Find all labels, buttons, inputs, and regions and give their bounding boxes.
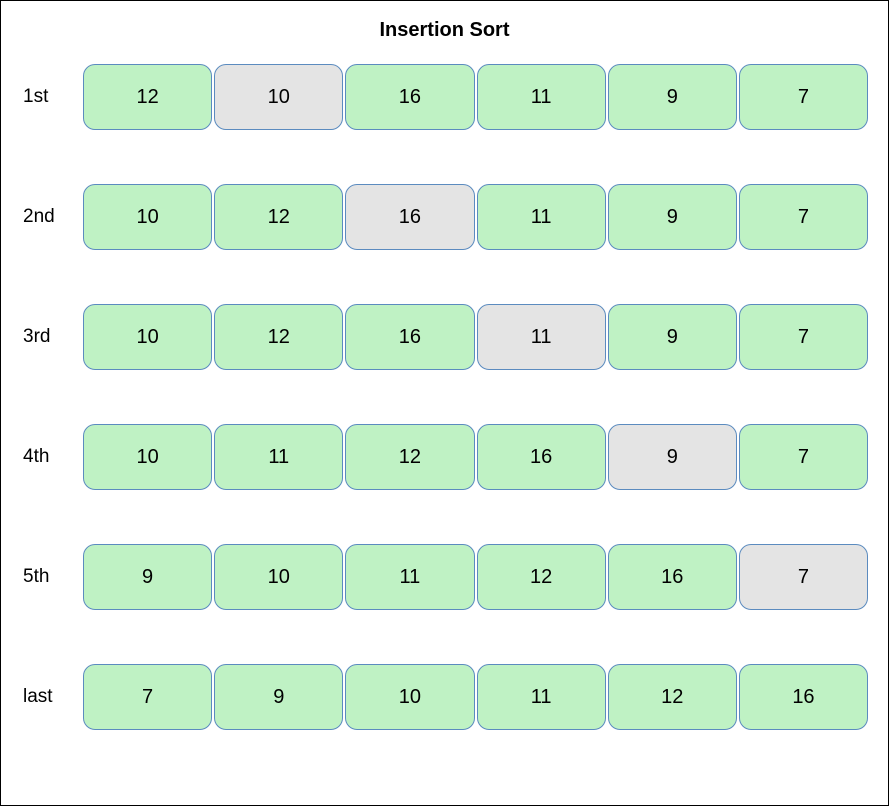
array-cell: 16 (345, 64, 474, 130)
array-row: 5th9101112167 (21, 544, 868, 610)
array-cell: 10 (83, 304, 212, 370)
array-cell: 11 (477, 664, 606, 730)
array-cell: 11 (477, 304, 606, 370)
array-cell: 9 (83, 544, 212, 610)
array-cell: 7 (83, 664, 212, 730)
array-cell: 12 (345, 424, 474, 490)
cells-container: 1012161197 (83, 304, 868, 370)
row-label: last (21, 686, 83, 708)
array-cell: 7 (739, 304, 868, 370)
row-label: 2nd (21, 206, 83, 228)
array-cell: 10 (345, 664, 474, 730)
row-label: 4th (21, 446, 83, 468)
array-cell: 16 (345, 184, 474, 250)
array-cell: 10 (83, 424, 212, 490)
array-cell: 10 (83, 184, 212, 250)
array-row: 4th1011121697 (21, 424, 868, 490)
array-cell: 9 (608, 304, 737, 370)
array-row: 1st1210161197 (21, 64, 868, 130)
row-label: 1st (21, 86, 83, 108)
diagram-title: Insertion Sort (21, 19, 868, 42)
array-cell: 9 (608, 184, 737, 250)
array-cell: 16 (608, 544, 737, 610)
array-cell: 12 (83, 64, 212, 130)
array-cell: 9 (214, 664, 343, 730)
array-cell: 10 (214, 64, 343, 130)
cells-container: 7910111216 (83, 664, 868, 730)
array-row: 2nd1012161197 (21, 184, 868, 250)
cells-container: 1012161197 (83, 184, 868, 250)
array-cell: 10 (214, 544, 343, 610)
array-cell: 11 (214, 424, 343, 490)
array-cell: 7 (739, 184, 868, 250)
row-label: 3rd (21, 326, 83, 348)
array-cell: 7 (739, 64, 868, 130)
array-cell: 12 (608, 664, 737, 730)
array-cell: 16 (345, 304, 474, 370)
array-row: 3rd1012161197 (21, 304, 868, 370)
cells-container: 1011121697 (83, 424, 868, 490)
array-row: last7910111216 (21, 664, 868, 730)
array-cell: 16 (477, 424, 606, 490)
array-cell: 11 (477, 64, 606, 130)
row-label: 5th (21, 566, 83, 588)
array-cell: 12 (214, 184, 343, 250)
array-cell: 12 (477, 544, 606, 610)
array-cell: 16 (739, 664, 868, 730)
array-cell: 12 (214, 304, 343, 370)
cells-container: 1210161197 (83, 64, 868, 130)
rows-container: 1st12101611972nd10121611973rd10121611974… (21, 64, 868, 730)
array-cell: 7 (739, 544, 868, 610)
array-cell: 11 (345, 544, 474, 610)
array-cell: 9 (608, 64, 737, 130)
diagram-frame: Insertion Sort 1st12101611972nd101216119… (0, 0, 889, 806)
array-cell: 9 (608, 424, 737, 490)
cells-container: 9101112167 (83, 544, 868, 610)
array-cell: 11 (477, 184, 606, 250)
array-cell: 7 (739, 424, 868, 490)
